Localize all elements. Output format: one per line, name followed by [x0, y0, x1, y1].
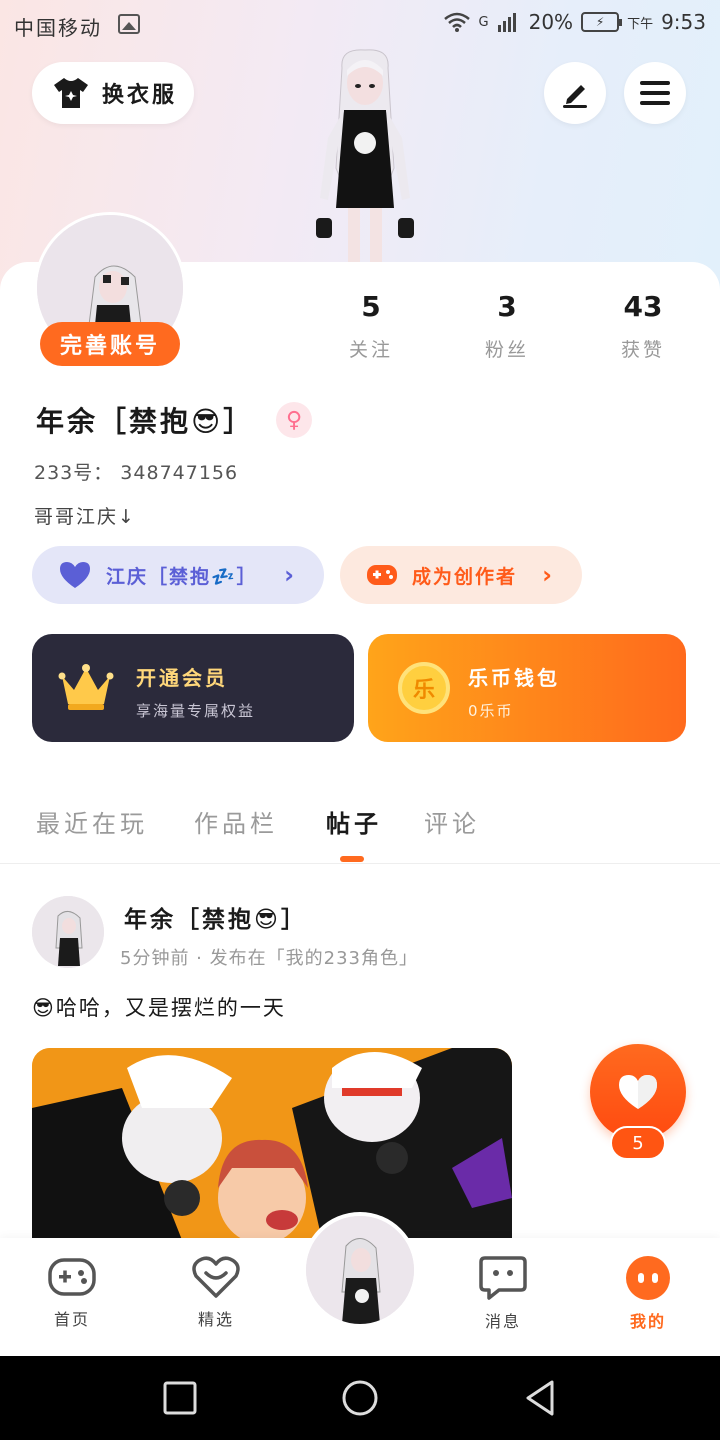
- change-outfit-button[interactable]: 换衣服: [32, 62, 194, 124]
- heart-icon: [60, 562, 90, 588]
- bio-text: 哥哥江庆↓: [34, 506, 136, 528]
- nav-avatar: [306, 1216, 414, 1324]
- complete-account-button[interactable]: 完善账号: [40, 322, 180, 366]
- post-author-name[interactable]: 年余［禁抱😎］: [124, 900, 307, 934]
- nav-me-label: 我的: [629, 1312, 666, 1331]
- heart-chat-icon: [192, 1256, 240, 1298]
- tab-posts[interactable]: 帖子: [326, 804, 382, 839]
- chevron-right-icon: ›: [284, 561, 296, 589]
- coin-char: 乐: [412, 678, 435, 703]
- vip-title: 开通会员: [136, 666, 228, 690]
- post-author-avatar[interactable]: [32, 896, 104, 968]
- tshirt-icon: [54, 78, 88, 108]
- following-count: 5: [361, 290, 381, 323]
- home-icon[interactable]: [340, 1378, 380, 1418]
- recents-icon[interactable]: [162, 1380, 198, 1416]
- change-outfit-label: 换衣服: [102, 83, 178, 108]
- avatar-image: [306, 1216, 414, 1324]
- creator-label: 成为创作者: [412, 565, 518, 588]
- wallet-balance: 0乐币: [468, 702, 514, 720]
- clock: 9:53: [661, 10, 706, 34]
- followers-label: 粉丝: [484, 339, 529, 361]
- menu-button[interactable]: [624, 62, 686, 124]
- likes-received-label: 获赞: [620, 339, 665, 361]
- battery-charging-icon: ⚡: [581, 12, 623, 32]
- network-type-label: G: [478, 14, 489, 30]
- tab-comments[interactable]: 评论: [424, 804, 480, 839]
- system-navigation-bar: [0, 1356, 720, 1440]
- like-count: 5: [610, 1126, 666, 1160]
- vip-membership-card[interactable]: 开通会员 享海量专属权益: [32, 634, 354, 742]
- me-icon: [626, 1256, 670, 1300]
- back-icon[interactable]: [522, 1378, 558, 1418]
- image-notification-icon: [118, 14, 140, 34]
- gender-female-icon: ♀: [276, 402, 312, 438]
- tab-works[interactable]: 作品栏: [194, 804, 278, 839]
- become-creator-button[interactable]: 成为创作者 ›: [340, 546, 582, 604]
- message-icon: [479, 1256, 527, 1300]
- status-bar: 中国移动 G 20% ⚡ 下午 9:53: [0, 0, 720, 50]
- stat-likes[interactable]: 43 获赞: [598, 290, 688, 362]
- crown-icon: [58, 664, 114, 710]
- profile-tabs: 最近在玩 作品栏 帖子 评论: [0, 798, 720, 864]
- carrier-label: 中国移动: [14, 16, 102, 40]
- likes-received-count: 43: [623, 290, 663, 323]
- nav-featured[interactable]: 精选: [171, 1256, 261, 1330]
- menu-icon: [640, 81, 670, 105]
- nav-avatar-button[interactable]: [302, 1212, 418, 1328]
- partner-link-button[interactable]: 江庆［禁抱💤］ ›: [32, 546, 324, 604]
- post-photo: [32, 1048, 512, 1240]
- stat-following[interactable]: 5 关注: [326, 290, 416, 362]
- pencil-icon: [563, 85, 587, 108]
- chevron-right-icon: ›: [542, 561, 554, 589]
- nav-home-label: 首页: [53, 1310, 90, 1329]
- post-image[interactable]: [32, 1048, 512, 1240]
- avatar-image: [32, 896, 104, 968]
- stat-followers[interactable]: 3 粉丝: [462, 290, 552, 362]
- nav-me[interactable]: 我的: [603, 1256, 693, 1332]
- coin-icon: 乐: [398, 662, 450, 714]
- nav-featured-label: 精选: [197, 1310, 234, 1329]
- active-tab-indicator: [340, 856, 364, 862]
- heart-icon: [619, 1075, 657, 1109]
- battery-percent: 20%: [528, 10, 574, 34]
- vip-subtitle: 享海量专属权益: [136, 702, 256, 720]
- nav-messages-label: 消息: [484, 1312, 521, 1331]
- following-label: 关注: [348, 339, 393, 361]
- followers-count: 3: [497, 290, 517, 323]
- post-content: 😎哈哈，又是摆烂的一天: [32, 996, 286, 1020]
- post-meta: 5分钟前 · 发布在「我的233角色」: [120, 948, 418, 969]
- user-id[interactable]: 233号： 348747156: [34, 458, 238, 485]
- nav-messages[interactable]: 消息: [458, 1256, 548, 1332]
- gamepad-plus-icon: [367, 565, 397, 585]
- wifi-icon: [443, 12, 470, 32]
- signal-icon: [497, 13, 516, 32]
- partner-label: 江庆［禁抱💤］: [106, 565, 258, 588]
- username: 年余［禁抱😎］: [36, 405, 255, 438]
- coin-wallet-card[interactable]: 乐 乐币钱包 0乐币: [368, 634, 686, 742]
- edit-profile-button[interactable]: [544, 62, 606, 124]
- avatar-character-illustration[interactable]: [290, 48, 440, 263]
- gamepad-icon: [48, 1258, 96, 1296]
- wallet-title: 乐币钱包: [468, 666, 560, 690]
- nav-home[interactable]: 首页: [27, 1256, 117, 1330]
- time-prefix: 下午: [627, 16, 654, 32]
- tab-recently-played[interactable]: 最近在玩: [36, 804, 148, 839]
